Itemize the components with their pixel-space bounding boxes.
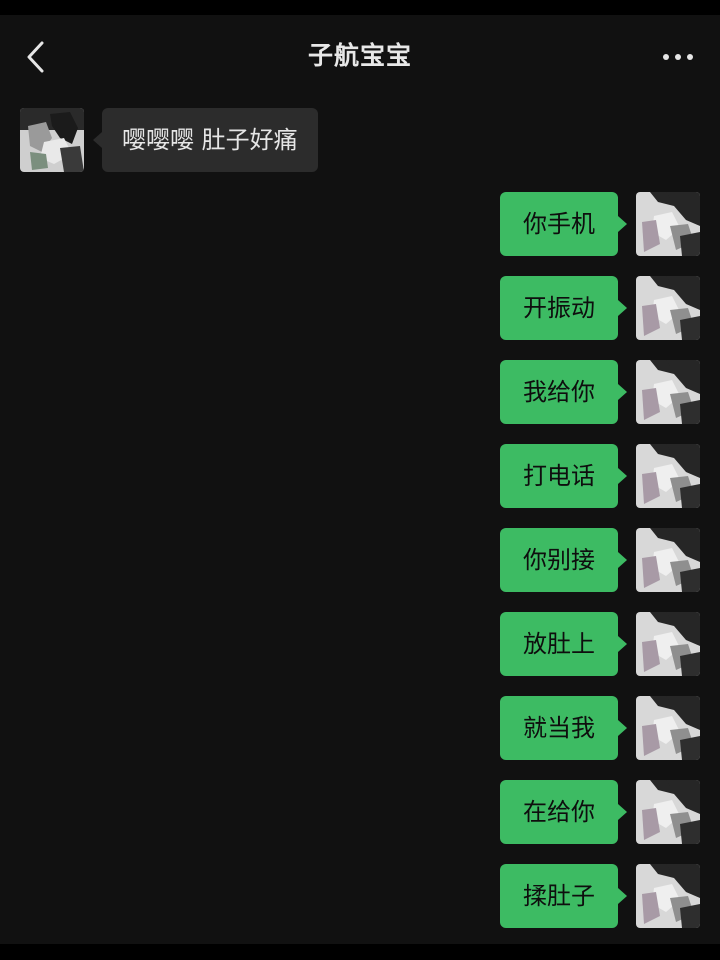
message-outgoing: 开振动	[480, 276, 700, 340]
message-bubble-outgoing[interactable]: 揉肚子	[500, 864, 627, 928]
message-outgoing: 打电话	[480, 444, 700, 508]
message-outgoing: 你手机	[480, 192, 700, 256]
message-bubble-outgoing[interactable]: 打电话	[500, 444, 627, 508]
message-bubble-incoming[interactable]: 嘤嘤嘤 肚子好痛	[93, 108, 318, 172]
message-bubble-outgoing[interactable]: 在给你	[500, 780, 627, 844]
message-bubble-outgoing[interactable]: 你手机	[500, 192, 627, 256]
message-bubble-outgoing[interactable]: 就当我	[500, 696, 627, 760]
self-avatar[interactable]	[636, 612, 700, 676]
self-avatar[interactable]	[636, 276, 700, 340]
self-avatar[interactable]	[636, 444, 700, 508]
message-outgoing: 放肚上	[480, 612, 700, 676]
message-incoming: 嘤嘤嘤 肚子好痛	[20, 108, 340, 172]
message-outgoing: 我给你	[480, 360, 700, 424]
contact-avatar[interactable]	[20, 108, 84, 172]
message-outgoing: 就当我	[480, 696, 700, 760]
self-avatar[interactable]	[636, 528, 700, 592]
message-bubble-outgoing[interactable]: 放肚上	[500, 612, 627, 676]
self-avatar[interactable]	[636, 192, 700, 256]
status-bar	[0, 0, 720, 15]
chat-screen: 子航宝宝 嘤嘤嘤 肚子好痛 你手机 开振动 我给你 打电话 你别接 放肚上 就当…	[0, 0, 720, 960]
chat-header: 子航宝宝	[0, 15, 720, 97]
self-avatar[interactable]	[636, 696, 700, 760]
more-icon	[663, 54, 693, 60]
back-button[interactable]	[16, 35, 56, 79]
bottom-bar	[0, 944, 720, 960]
chat-title: 子航宝宝	[307, 41, 412, 70]
self-avatar[interactable]	[636, 864, 700, 928]
message-outgoing: 你别接	[480, 528, 700, 592]
more-button[interactable]	[656, 41, 700, 73]
message-outgoing: 在给你	[480, 780, 700, 844]
self-avatar[interactable]	[636, 360, 700, 424]
message-bubble-outgoing[interactable]: 开振动	[500, 276, 627, 340]
message-bubble-outgoing[interactable]: 你别接	[500, 528, 627, 592]
message-bubble-outgoing[interactable]: 我给你	[500, 360, 627, 424]
message-outgoing: 揉肚子	[480, 864, 700, 928]
chevron-left-icon	[27, 41, 44, 73]
self-avatar[interactable]	[636, 780, 700, 844]
